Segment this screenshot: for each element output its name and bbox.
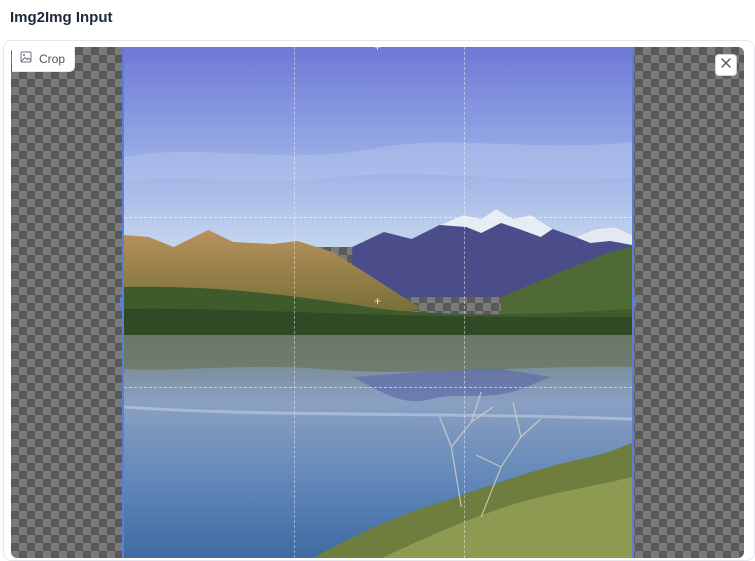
image-icon	[20, 50, 32, 68]
section-title: Img2Img Input	[10, 9, 113, 26]
crop-handle-left[interactable]	[120, 297, 124, 307]
image-canvas[interactable]: + +	[11, 47, 744, 558]
crop-handle-right[interactable]	[632, 297, 636, 307]
crop-button-label: Crop	[39, 52, 66, 66]
close-icon	[720, 56, 732, 74]
crop-button[interactable]: Crop	[12, 47, 76, 72]
input-image[interactable]: + +	[122, 47, 634, 558]
close-button[interactable]	[715, 54, 737, 76]
crop-center-crosshair: +	[374, 294, 382, 308]
crop-top-crosshair: +	[374, 47, 382, 54]
